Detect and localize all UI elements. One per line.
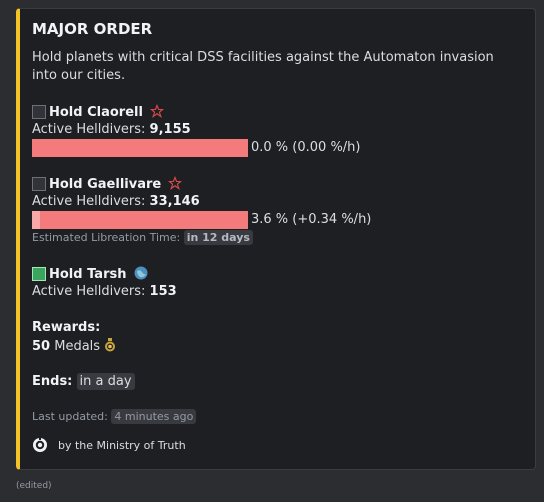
rewards-line: 50 Medals [32,338,116,354]
planet-name: Hold Gaellivare [49,177,162,192]
automaton-icon [168,176,183,190]
progress-text: 0.0 % (0.00 %/h) [251,140,361,155]
edited-label: (edited) [16,481,52,491]
checkbox-checked-icon [32,267,46,281]
last-updated-label: Last updated: [32,410,108,423]
progress-bar [32,211,248,229]
ends-label: Ends: [32,374,73,389]
planet-row-tarsh: Hold Tarsh [32,265,149,282]
progress-bar [32,139,248,157]
liberation-value: in 12 days [183,230,253,245]
embed-description: Hold planets with critical DSS facilitie… [32,50,494,83]
liberation-label: Estimated Libreation Time: [32,231,181,244]
helldivers-line: Active Helldivers: 33,146 [32,194,200,209]
progress-text: 3.6 % (+0.34 %/h) [251,212,372,227]
last-updated: Last updated: 4 minutes ago [32,409,197,424]
helldivers-label: Active Helldivers: [32,284,146,299]
planet-row-claorell: Hold Claorell [32,103,165,120]
progress-fill [32,211,40,229]
helldivers-count: 9,155 [149,122,191,137]
planet-row-gaellivare: Hold Gaellivare [32,175,183,192]
planet-name: Hold Claorell [49,105,143,120]
embed-footer: by the Ministry of Truth [32,437,186,453]
embed-title: MAJOR ORDER [32,20,153,38]
ends-value: in a day [76,373,135,390]
ends-line: Ends: in a day [32,373,135,390]
helldivers-line: Active Helldivers: 153 [32,284,177,299]
helldivers-line: Active Helldivers: 9,155 [32,122,191,137]
helldivers-label: Active Helldivers: [32,122,146,137]
rewards-amount: 50 [32,339,51,354]
helldivers-count: 33,146 [149,194,200,209]
medal-icon [105,338,116,352]
helldivers-label: Active Helldivers: [32,194,146,209]
footer-text: by the Ministry of Truth [58,438,186,452]
checkbox-unchecked-icon [32,177,46,191]
major-order-embed: MAJOR ORDER Hold planets with critical D… [16,8,536,470]
automaton-icon [150,104,165,118]
rewards-unit: Medals [54,339,101,354]
planet-name: Hold Tarsh [49,267,127,282]
liberation-time: Estimated Libreation Time: in 12 days [32,230,253,245]
ministry-logo-icon [33,437,47,452]
last-updated-value: 4 minutes ago [111,409,197,424]
planet-icon [134,266,148,280]
rewards-label: Rewards: [32,320,101,335]
helldivers-count: 153 [149,284,177,299]
checkbox-unchecked-icon [32,105,46,119]
